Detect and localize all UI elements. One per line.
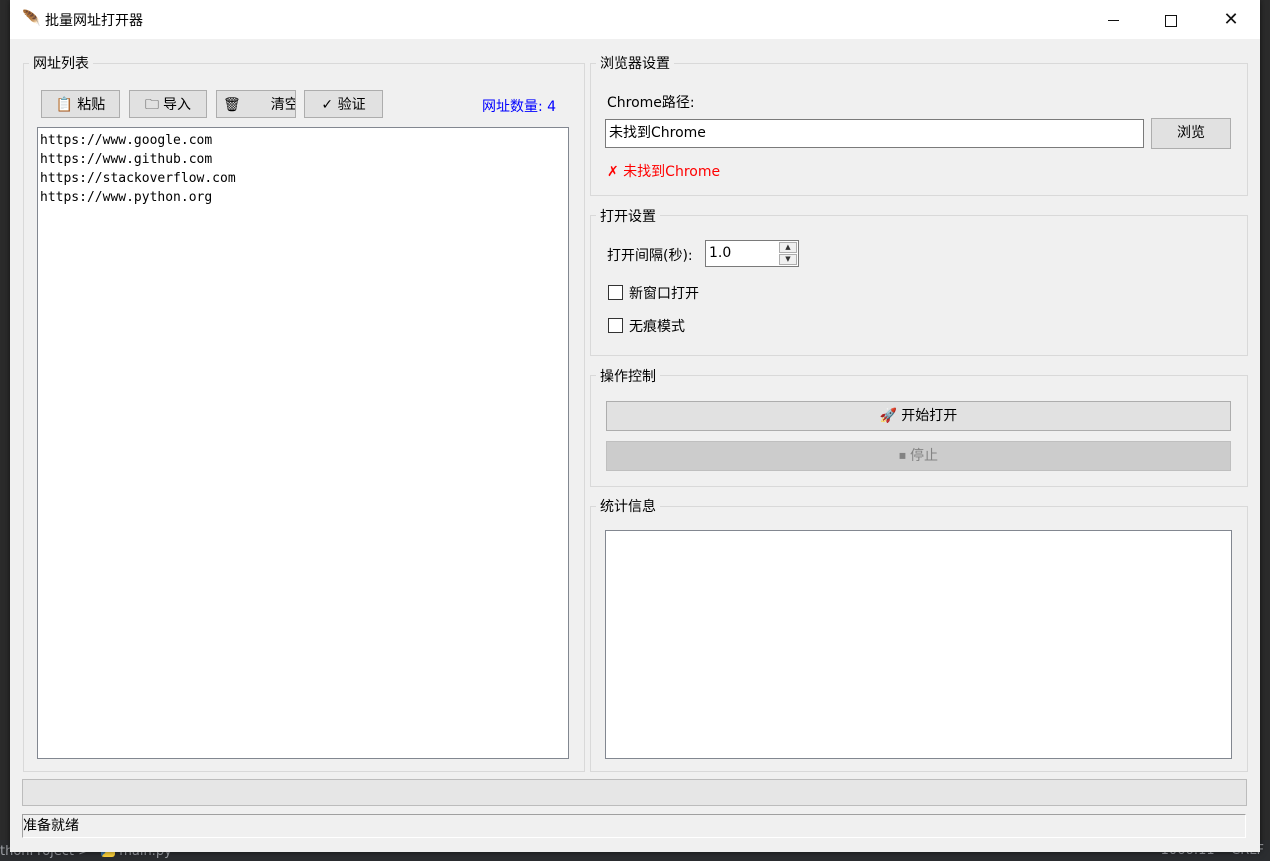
paste-button[interactable]: 📋 粘贴 [41,90,120,118]
stop-square-icon: ⏹ [899,448,906,464]
folder-icon: 🗀 [145,97,159,113]
controls-group-title: 操作控制 [596,366,660,386]
spin-down-button[interactable]: ▼ [779,254,797,265]
url-line: https://www.python.org [40,190,213,205]
status-text: 准备就绪 [23,818,79,834]
feather-icon: 🪶 [22,9,41,27]
new-window-label: 新窗口打开 [629,286,699,302]
checkbox-box[interactable] [608,285,623,300]
import-button[interactable]: 🗀 导入 [129,90,207,118]
clear-button[interactable]: 🗑 清空 [216,90,296,118]
close-icon: ✕ [1223,9,1239,30]
url-line: https://www.google.com [40,133,213,148]
verify-button[interactable]: ✓ 验证 [304,90,383,118]
spin-up-button[interactable]: ▲ [779,242,797,253]
rocket-icon: 🚀 [879,408,898,424]
chrome-status-error: ✗ 未找到Chrome [607,164,721,180]
url-count-label: 网址数量: 4 [482,99,557,115]
url-list-group-title: 网址列表 [29,53,93,73]
progress-bar [22,779,1247,806]
incognito-checkbox[interactable]: 无痕模式 [608,316,685,336]
start-button-label: 开始打开 [901,408,958,424]
clipboard-icon: 📋 [55,97,74,113]
maximize-icon [1165,14,1177,27]
minimize-button[interactable] [1084,0,1142,39]
url-line: https://stackoverflow.com [40,171,236,186]
incognito-label: 无痕模式 [629,319,685,335]
title-bar[interactable]: 🪶 批量网址打开器 ✕ [10,0,1260,39]
status-bar: 准备就绪 [22,814,1246,838]
url-textarea[interactable]: https://www.google.com https://www.githu… [37,127,569,759]
chrome-path-label: Chrome路径: [607,95,695,111]
import-button-label: 导入 [163,97,191,113]
stats-textarea[interactable] [605,530,1232,759]
browser-settings-group-title: 浏览器设置 [596,53,674,73]
verify-button-label: ✓ 验证 [321,97,366,113]
interval-label: 打开间隔(秒): [607,248,693,264]
checkbox-box[interactable] [608,318,623,333]
interval-value: 1.0 [709,245,732,261]
start-button[interactable]: 🚀 开始打开 [606,401,1231,431]
triangle-up-icon: ▲ [785,243,791,251]
maximize-button[interactable] [1142,0,1200,39]
triangle-down-icon: ▼ [785,255,791,263]
browse-button[interactable]: 浏览 [1151,118,1231,149]
app-window: 🪶 批量网址打开器 ✕ 网址列表 📋 粘贴 🗀 导入 🗑 清空 ✓ 验证 网址数量: … [10,0,1260,852]
paste-button-label: 粘贴 [77,97,106,113]
stop-button[interactable]: ⏹ 停止 [606,441,1231,471]
trash-icon: 🗑 [223,97,241,113]
url-line: https://www.github.com [40,152,213,167]
close-button[interactable]: ✕ [1202,0,1260,39]
clear-button-label: 清空 [270,97,296,113]
open-settings-group-title: 打开设置 [596,206,660,226]
window-title: 批量网址打开器 [45,13,143,29]
chrome-path-input[interactable]: 未找到Chrome [605,119,1144,148]
stop-button-label: 停止 [910,448,938,464]
stats-group-title: 统计信息 [596,496,660,516]
minimize-icon [1107,20,1119,21]
new-window-checkbox[interactable]: 新窗口打开 [608,283,699,303]
